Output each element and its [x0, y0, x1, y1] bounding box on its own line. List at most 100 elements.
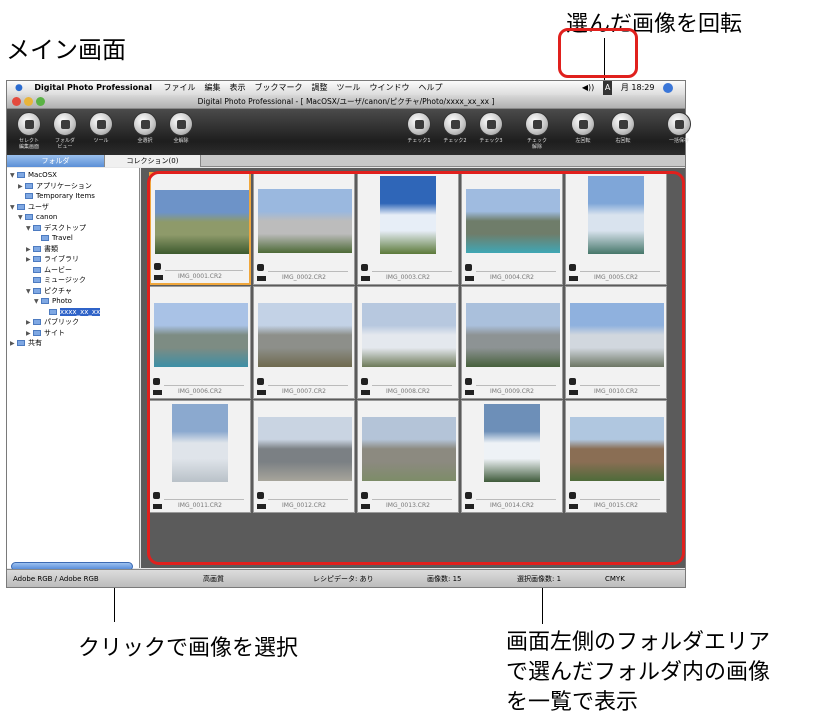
disclosure-triangle-icon[interactable]: ▼ — [26, 224, 33, 235]
menu-item[interactable]: ウインドウ — [370, 81, 410, 95]
page-title: メイン画面 — [6, 36, 126, 64]
click-annotation: クリックで画像を選択 — [78, 636, 299, 661]
folder-tree-item[interactable]: ▼ デスクトップ — [7, 223, 139, 234]
folder-tree-item[interactable]: ▼ ユーザ — [7, 202, 139, 213]
tab-folder[interactable]: フォルダ — [7, 155, 105, 167]
status-cmyk: CMYK — [605, 575, 625, 583]
toolbar-button[interactable]: ツール — [81, 112, 121, 144]
menu-extras: ◀)) A 月 18:29 — [582, 81, 679, 95]
disclosure-triangle-icon[interactable]: ▶ — [26, 318, 33, 329]
folder-icon — [33, 224, 41, 231]
folder-tree-item[interactable]: Travel — [7, 233, 139, 244]
toolbar-button-icon — [169, 112, 193, 136]
disclosure-triangle-icon[interactable]: ▼ — [10, 203, 17, 214]
folder-tree: ▼ MacOSX ▶ アプリケーション Temporary Items ▼ ユーザ ▼ cano… — [7, 168, 139, 349]
folder-tree-label: canon — [36, 213, 58, 221]
toolbar-button[interactable]: セレクト 編集画面 — [9, 112, 49, 150]
app-window: ● Digital Photo Professional ファイル 編集 表示 ブック… — [6, 80, 691, 588]
folder-tree-label: サイト — [44, 328, 65, 337]
toolbar-button[interactable]: 左回転 — [563, 112, 603, 144]
folder-tree-item[interactable]: ▶ ライブラリ — [7, 254, 139, 265]
toolbar-button[interactable]: 右回転 — [603, 112, 643, 144]
toolbar-button[interactable]: 一括保存 — [659, 112, 699, 144]
toolbar-button[interactable]: 全選択 — [125, 112, 165, 144]
menu-item[interactable]: 編集 — [205, 81, 221, 95]
folder-icon — [17, 203, 25, 210]
folder-tree-item[interactable]: ▼ MacOSX — [7, 170, 139, 181]
toolbar: セレクト 編集画面 フォルダ ビュー ツール 全選択 全解除 チェック1 チェック2 チェック3 チ… — [7, 109, 691, 155]
status-selected: 選択画像数: 1 — [517, 575, 562, 583]
spotlight-icon[interactable] — [663, 82, 673, 93]
volume-icon[interactable]: ◀)) — [582, 81, 594, 95]
toolbar-button-label: 編集画面 — [18, 144, 39, 150]
status-bar: Adobe RGB / Adobe RGB 高画質 レシピデータ: あり 画像数… — [7, 569, 685, 587]
folder-icon — [33, 319, 41, 325]
folder-tree-label: Travel — [52, 234, 73, 242]
toolbar-button[interactable]: 全解除 — [161, 112, 201, 144]
folder-tree-item[interactable]: ▶ 共有 — [7, 338, 139, 349]
tab-collection[interactable]: コレクション(0) — [105, 155, 201, 167]
menu-item[interactable]: 表示 — [230, 81, 246, 95]
status-color-space: Adobe RGB / Adobe RGB — [13, 575, 99, 583]
status-recipe: レシピデータ: あり — [313, 575, 374, 583]
folder-tree-label: ミュージック — [44, 276, 86, 284]
folder-tree-label: 共有 — [28, 339, 42, 347]
folder-tree-label: 書類 — [44, 244, 58, 253]
toolbar-button[interactable]: チェック2 — [435, 112, 475, 144]
status-count: 画像数: 15 — [427, 575, 462, 583]
menu-item[interactable]: ファイル — [164, 81, 196, 95]
folder-icon — [25, 193, 33, 199]
folder-tree-label: デスクトップ — [44, 223, 86, 232]
disclosure-triangle-icon[interactable]: ▼ — [26, 287, 33, 298]
folder-tree-item[interactable]: ▼ Photo — [7, 296, 139, 307]
folder-tree-label: ムービー — [44, 265, 72, 274]
toolbar-button[interactable]: フォルダ ビュー — [45, 112, 85, 150]
list-annotation-line-1: 画面左側のフォルダエリア — [506, 630, 771, 655]
folder-tree-item[interactable]: ▼ canon — [7, 212, 139, 223]
folder-tree-label: パブリック — [44, 318, 79, 326]
disclosure-triangle-icon[interactable]: ▶ — [10, 339, 17, 350]
menu-item[interactable]: ブックマーク — [255, 81, 303, 95]
folder-tree-item[interactable]: ▶ アプリケーション — [7, 181, 139, 192]
input-mode[interactable]: A — [602, 81, 613, 95]
folder-tree-label: ライブラリ — [44, 255, 79, 263]
folder-tree-item[interactable]: ▶ 書類 — [7, 244, 139, 255]
folder-icon — [33, 266, 41, 273]
disclosure-triangle-icon[interactable]: ▼ — [10, 171, 17, 182]
grid-highlight-frame — [147, 171, 685, 565]
menu-item[interactable]: 調整 — [312, 81, 328, 95]
folder-tree-item[interactable]: ▶ サイト — [7, 328, 139, 339]
disclosure-triangle-icon[interactable]: ▶ — [26, 255, 33, 266]
menu-item[interactable]: ツール — [337, 81, 361, 95]
apple-icon[interactable]: ● — [15, 81, 23, 95]
toolbar-button-icon — [611, 112, 635, 136]
toolbar-button-label: ビュー — [57, 144, 73, 150]
menu-bar: ● Digital Photo Professional ファイル 編集 表示 ブック… — [7, 81, 685, 95]
toolbar-button-icon — [571, 112, 595, 136]
folder-tree-item[interactable]: ▶ パブリック — [7, 317, 139, 328]
folder-tree-item[interactable]: xxxx_xx_xx — [7, 307, 139, 318]
folder-tree-item[interactable]: ▼ ピクチャ — [7, 286, 139, 297]
minimize-button[interactable] — [24, 97, 33, 106]
disclosure-triangle-icon[interactable]: ▼ — [18, 213, 25, 224]
folder-tree-label: Temporary Items — [36, 192, 95, 200]
folder-tree-item[interactable]: ムービー — [7, 265, 139, 276]
toolbar-button-label: 左回転 — [575, 138, 591, 144]
folder-icon — [33, 287, 41, 294]
clock[interactable]: 月 18:29 — [621, 81, 655, 95]
menu-item[interactable]: ヘルプ — [419, 81, 443, 95]
zoom-button[interactable] — [36, 97, 45, 106]
status-quality: 高画質 — [203, 575, 224, 583]
toolbar-button[interactable]: チェック1 — [399, 112, 439, 144]
close-button[interactable] — [12, 97, 21, 106]
toolbar-button-icon — [479, 112, 503, 136]
menu-app-name[interactable]: Digital Photo Professional — [34, 81, 152, 95]
folder-tree-item[interactable]: ミュージック — [7, 275, 139, 286]
toolbar-button[interactable]: チェック 解除 — [517, 112, 557, 150]
disclosure-triangle-icon[interactable]: ▼ — [34, 297, 41, 308]
toolbar-button[interactable]: チェック3 — [471, 112, 511, 144]
folder-icon — [33, 256, 41, 262]
folder-tree-item[interactable]: Temporary Items — [7, 191, 139, 202]
list-annotation-line-3: を一覧で表示 — [506, 690, 639, 715]
folder-tree-label: ピクチャ — [44, 286, 72, 295]
